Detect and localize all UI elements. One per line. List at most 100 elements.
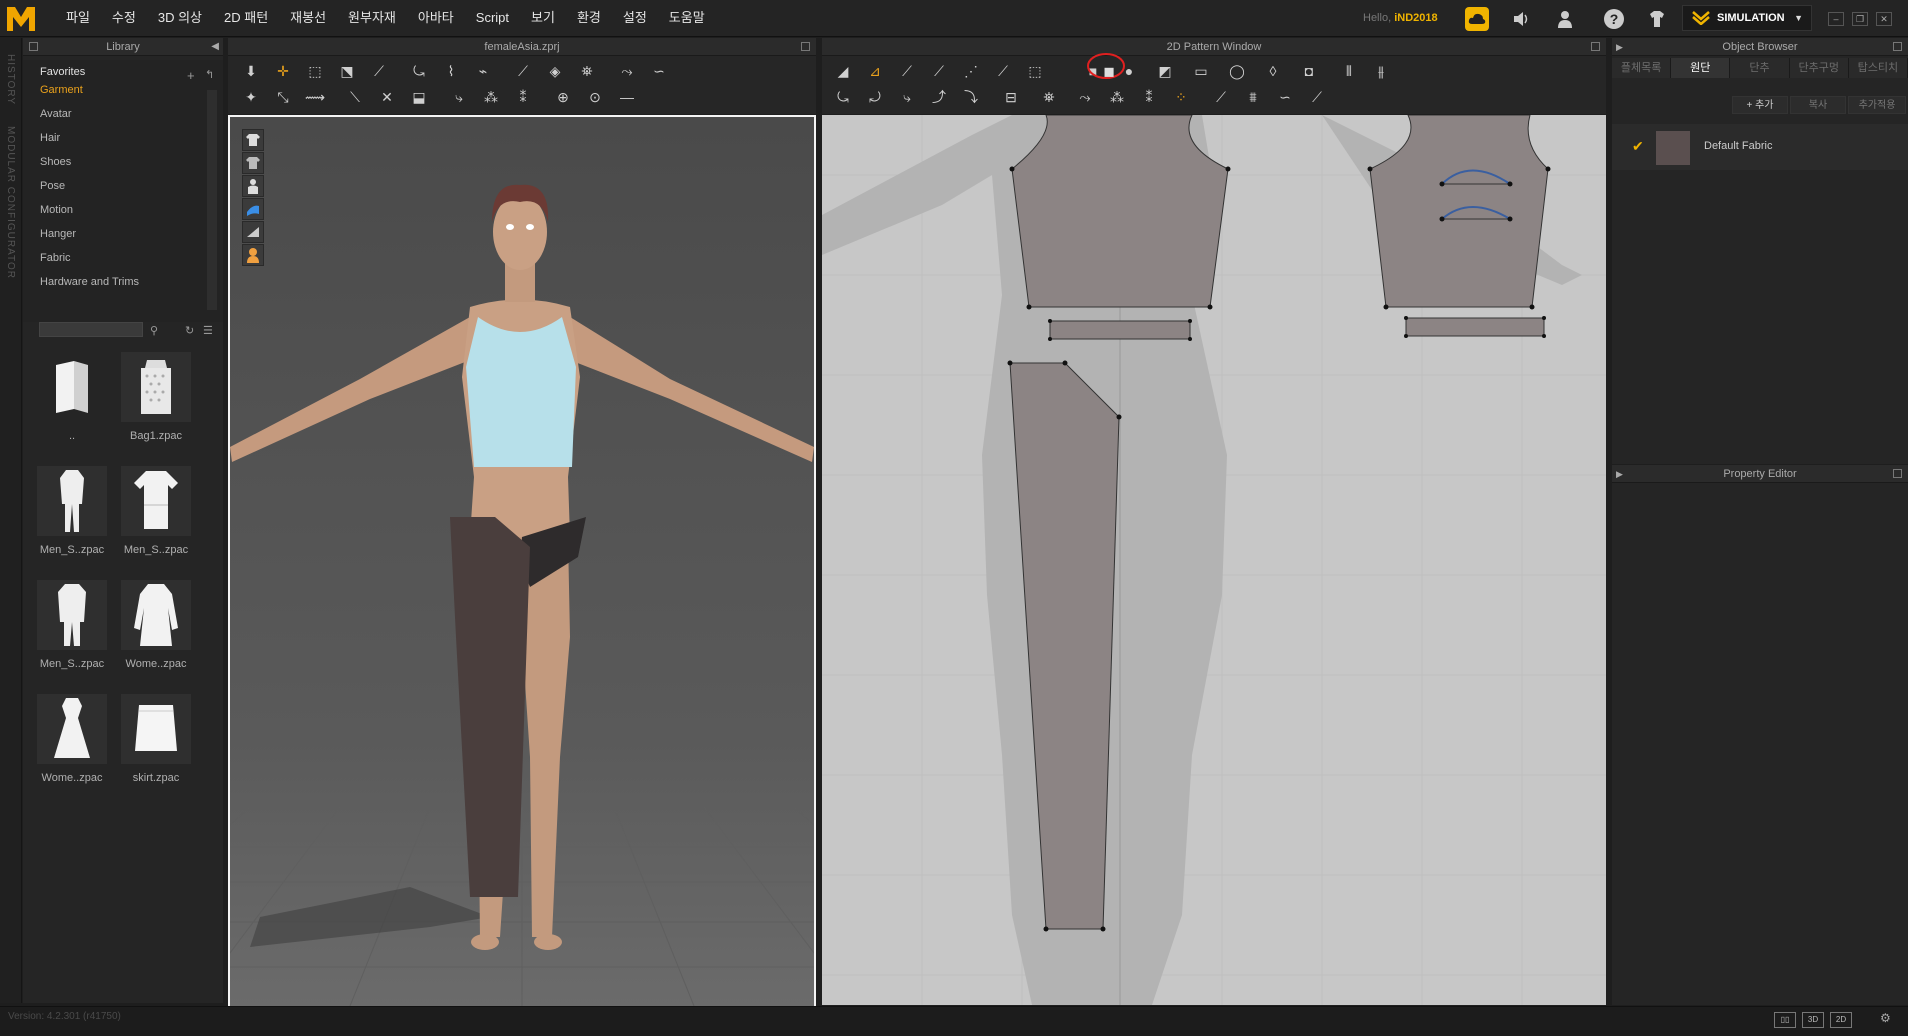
fabric-swatch[interactable]: [1656, 131, 1690, 165]
pattern-trace-icon[interactable]: ⁂: [478, 86, 504, 108]
view-3d-button[interactable]: 3D: [1802, 1012, 1824, 1028]
folder-icon[interactable]: [37, 352, 107, 422]
pleat-fold-icon[interactable]: ⫵: [1368, 60, 1394, 82]
edit-curve-point-icon[interactable]: ⟋: [926, 60, 952, 82]
select-move-icon[interactable]: ✛: [270, 60, 296, 82]
collapse-icon[interactable]: ▶: [1616, 38, 1623, 56]
apply-fabric-button[interactable]: 추가적용: [1848, 96, 1906, 114]
simulation-down-icon[interactable]: ⬇: [238, 60, 264, 82]
list-view-icon[interactable]: ☰: [203, 324, 213, 337]
tape-icon[interactable]: ⟿: [302, 86, 328, 108]
help-icon[interactable]: ?: [1604, 9, 1624, 29]
display-strain-icon[interactable]: [242, 221, 264, 243]
menu-materials[interactable]: 원부자재: [337, 0, 407, 36]
add-icon[interactable]: +: [187, 68, 195, 83]
tree-avatar[interactable]: Avatar: [23, 102, 223, 126]
coat-icon[interactable]: [121, 580, 191, 650]
edit-segment-icon[interactable]: ⟋: [990, 60, 1016, 82]
add-fabric-button[interactable]: + 추가: [1732, 96, 1788, 114]
elastic-icon[interactable]: ⩩: [1240, 86, 1266, 108]
garment-icon[interactable]: ⛯: [574, 60, 600, 82]
settings-icon[interactable]: ⚙: [1880, 1011, 1891, 1025]
button-icon[interactable]: ⊕: [550, 86, 576, 108]
menu-3d-garment[interactable]: 3D 의상: [147, 0, 213, 36]
transform-pattern-icon[interactable]: ◢: [830, 60, 856, 82]
undock-icon[interactable]: [1591, 42, 1600, 51]
trace-icon[interactable]: ◘: [1296, 60, 1322, 82]
menu-file[interactable]: 파일: [55, 0, 101, 36]
search-icon[interactable]: ⚲: [150, 324, 158, 337]
line-icon[interactable]: ⟍: [342, 86, 368, 108]
curve-icon[interactable]: ✕: [374, 86, 400, 108]
tree-scrollbar[interactable]: [207, 90, 217, 310]
edit-pattern-icon[interactable]: ⊿: [862, 60, 888, 82]
back-icon[interactable]: ↰: [205, 68, 214, 81]
simulation-toggle[interactable]: SIMULATION ▼: [1682, 5, 1812, 31]
tab-button[interactable]: 단추: [1730, 58, 1790, 78]
tree-hair[interactable]: Hair: [23, 126, 223, 150]
bag-icon[interactable]: [121, 352, 191, 422]
restore-button[interactable]: ❐: [1852, 12, 1868, 26]
menu-environment[interactable]: 환경: [566, 0, 612, 36]
tree-shoes[interactable]: Shoes: [23, 150, 223, 174]
measure-2d-icon[interactable]: ⟋: [1304, 86, 1330, 108]
collapse-icon[interactable]: ▶: [1616, 465, 1623, 483]
modular-configurator-tab[interactable]: MODULAR CONFIGURATOR: [5, 126, 16, 279]
garment-gear-icon[interactable]: [1645, 7, 1669, 31]
internal-polygon-icon[interactable]: ◩: [1152, 60, 1178, 82]
topstitch-2d-icon[interactable]: ⛯: [1036, 86, 1062, 108]
add-point-icon[interactable]: ⋰: [958, 60, 984, 82]
chevron-down-icon[interactable]: ▼: [1794, 13, 1803, 23]
2d-pattern-viewport[interactable]: [822, 115, 1606, 1005]
internal-rectangle-icon[interactable]: ▭: [1188, 60, 1214, 82]
display-avatar-skin-icon[interactable]: [242, 244, 264, 266]
user-name[interactable]: iND2018: [1394, 12, 1437, 24]
tack-2d-icon[interactable]: ⤴: [926, 86, 952, 108]
measure-icon[interactable]: ⤡: [270, 86, 296, 108]
seam-allowance-icon[interactable]: ⤵: [958, 86, 984, 108]
tree-motion[interactable]: Motion: [23, 198, 223, 222]
free-sewing-icon[interactable]: ∽: [646, 60, 672, 82]
menu-script[interactable]: Script: [465, 0, 520, 36]
display-garment-icon[interactable]: [242, 129, 264, 151]
tab-buttonhole[interactable]: 단추구멍: [1789, 58, 1849, 78]
segment-sewing-icon[interactable]: ⤳: [614, 60, 640, 82]
menu-2d-pattern[interactable]: 2D 패턴: [213, 0, 279, 36]
menu-settings[interactable]: 설정: [612, 0, 658, 36]
pattern-trace-2d-icon[interactable]: ⤳: [1072, 86, 1098, 108]
fold-icon[interactable]: ⁑: [510, 86, 536, 108]
edit-curvature-icon[interactable]: ⟋: [894, 60, 920, 82]
close-button[interactable]: ✕: [1876, 12, 1892, 26]
button-2d-icon[interactable]: ⁑: [1136, 86, 1162, 108]
suit-icon[interactable]: [37, 466, 107, 536]
tree-hardware-trims[interactable]: Hardware and Trims: [23, 270, 223, 294]
fold-arrangement-icon[interactable]: ⤿: [406, 60, 432, 82]
fabric-list-item[interactable]: ✔ Default Fabric: [1612, 124, 1908, 170]
undock-icon[interactable]: [1893, 42, 1902, 51]
transform-icon[interactable]: ⬔: [334, 60, 360, 82]
cloud-icon[interactable]: [1465, 7, 1489, 31]
steam-2d-icon[interactable]: ⤾: [862, 86, 888, 108]
menu-edit[interactable]: 수정: [101, 0, 147, 36]
shrink-icon[interactable]: ⌁: [470, 60, 496, 82]
tab-scene[interactable]: 플체목록: [1612, 58, 1672, 78]
fold-2d-icon[interactable]: ⁂: [1104, 86, 1130, 108]
display-avatar-icon[interactable]: [242, 175, 264, 197]
zipper-icon[interactable]: —: [614, 86, 640, 108]
sewing-icon[interactable]: ⊟: [998, 86, 1024, 108]
refresh-icon[interactable]: ↻: [185, 324, 194, 337]
buttonhole-2d-icon[interactable]: ⁘: [1168, 86, 1194, 108]
avatar-pose-icon[interactable]: ✦: [238, 86, 264, 108]
library-search-input[interactable]: [39, 322, 143, 337]
tack-icon[interactable]: ◈: [542, 60, 568, 82]
dart-icon[interactable]: ◊: [1260, 60, 1286, 82]
buttonhole-icon[interactable]: ⊙: [582, 86, 608, 108]
history-tab[interactable]: HISTORY: [5, 54, 16, 105]
create-rectangle-pattern-icon[interactable]: ◼: [1096, 60, 1122, 82]
piping-icon[interactable]: ∽: [1272, 86, 1298, 108]
dress-icon[interactable]: [37, 694, 107, 764]
pin-icon[interactable]: ⟋: [510, 60, 536, 82]
tree-pose[interactable]: Pose: [23, 174, 223, 198]
undock-icon[interactable]: [1893, 469, 1902, 478]
internal-circle-icon[interactable]: ◯: [1224, 60, 1250, 82]
